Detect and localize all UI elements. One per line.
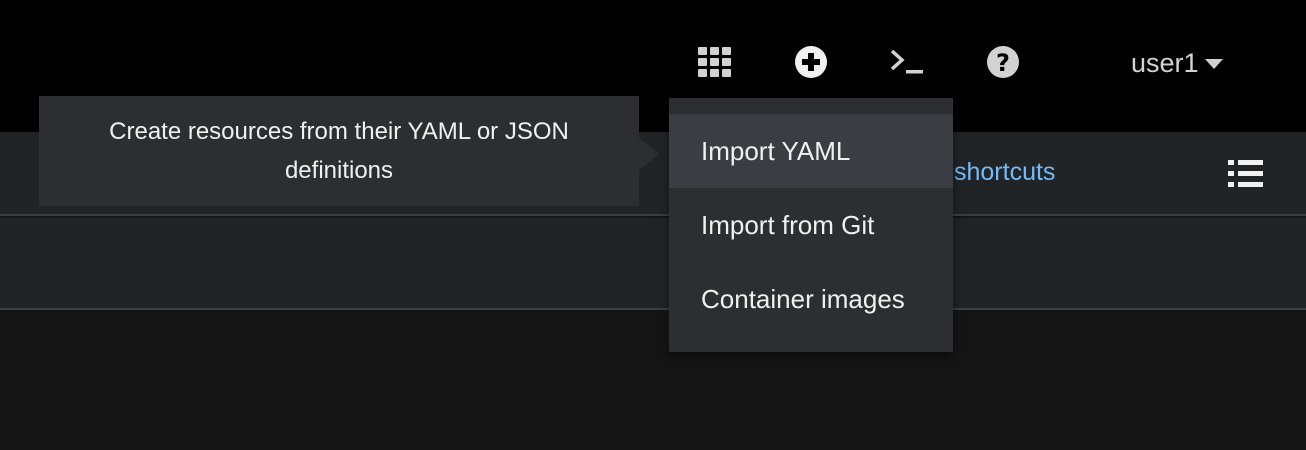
quick-create-dropdown: Import YAML Import from Git Container im… [669,98,953,352]
console-page: ? user1 shortcuts Create resources from … [0,0,1306,450]
add-plus-circle-icon[interactable] [793,44,829,80]
dropdown-item-import-from-git[interactable]: Import from Git [669,188,953,262]
list-view-icon[interactable] [1228,159,1264,189]
toolbar-row [0,218,1306,310]
dropdown-item-label: Import YAML [701,135,851,166]
terminal-icon[interactable] [889,44,925,80]
shortcuts-link[interactable]: shortcuts [954,158,1055,187]
dropdown-item-container-images[interactable]: Container images [669,262,953,336]
user-name: user1 [1131,47,1199,78]
main-content [0,310,1306,450]
applications-grid-icon[interactable] [697,44,733,80]
tooltip-text: Create resources from their YAML or JSON… [109,118,569,184]
svg-text:?: ? [996,49,1010,77]
help-question-icon[interactable]: ? [985,44,1021,80]
dropdown-item-label: Container images [701,283,905,314]
tooltip: Create resources from their YAML or JSON… [39,96,639,206]
caret-down-icon [1204,59,1223,69]
tooltip-arrow [639,138,659,170]
dropdown-item-label: Import from Git [701,209,875,240]
dropdown-item-import-yaml[interactable]: Import YAML [669,114,953,188]
user-menu-toggle[interactable]: user1 [1131,44,1223,82]
